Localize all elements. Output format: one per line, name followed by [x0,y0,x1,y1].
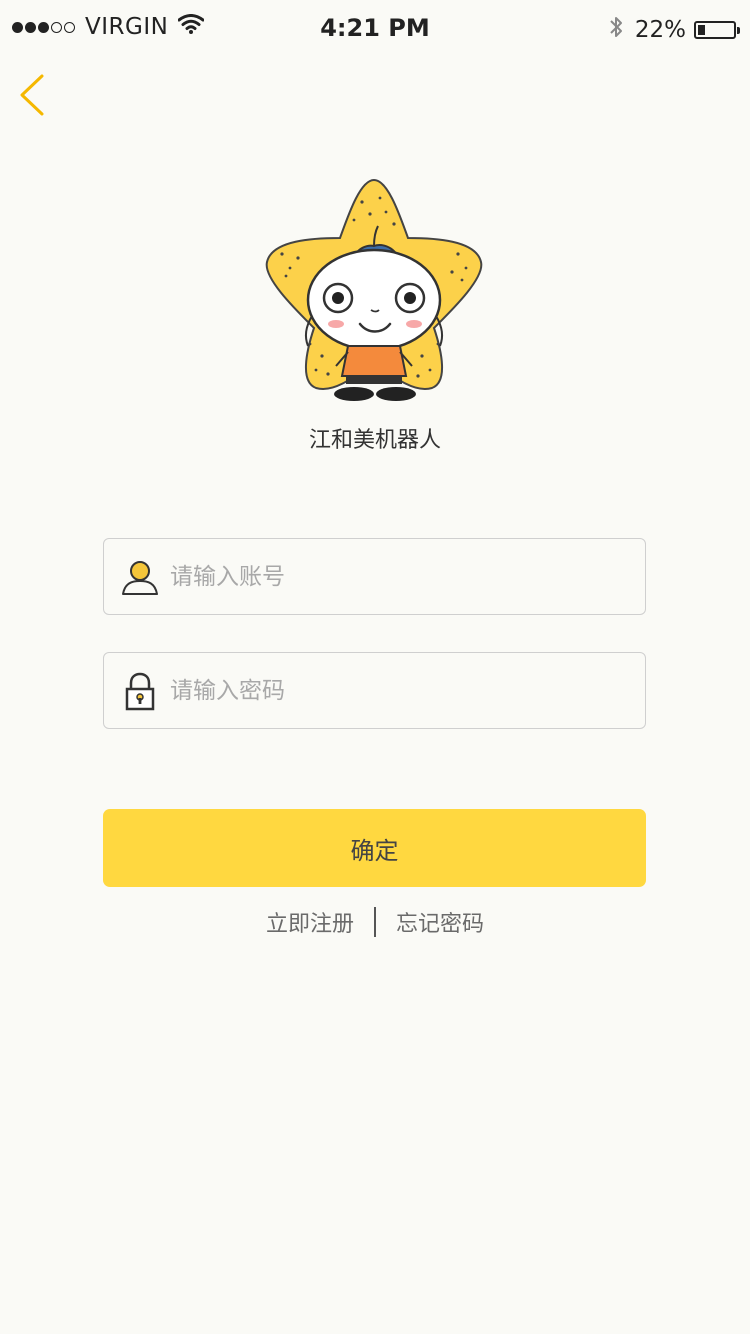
battery-fill [698,25,705,35]
battery-icon [694,21,740,39]
app-name: 江和美机器人 [308,428,441,453]
user-icon [120,557,160,597]
chevron-left-icon [20,74,44,116]
forgot-password-link[interactable]: 忘记密码 [396,906,484,938]
confirm-button[interactable]: 确定 [103,809,646,887]
auth-links: 立即注册 忘记密码 [0,906,750,938]
username-field[interactable] [103,538,646,615]
lock-icon [120,671,160,711]
link-divider [374,907,376,937]
back-button[interactable] [14,70,54,120]
username-input[interactable] [168,562,612,591]
status-bar: VIRGIN 4:21 PM 22% [0,0,750,60]
password-field[interactable] [103,652,646,729]
bluetooth-icon [609,14,623,46]
battery-percent: 22% [634,17,686,43]
password-input[interactable] [168,676,612,705]
right-status: 22% [609,14,740,46]
register-link[interactable]: 立即注册 [266,906,354,938]
mascot-logo [262,176,486,406]
